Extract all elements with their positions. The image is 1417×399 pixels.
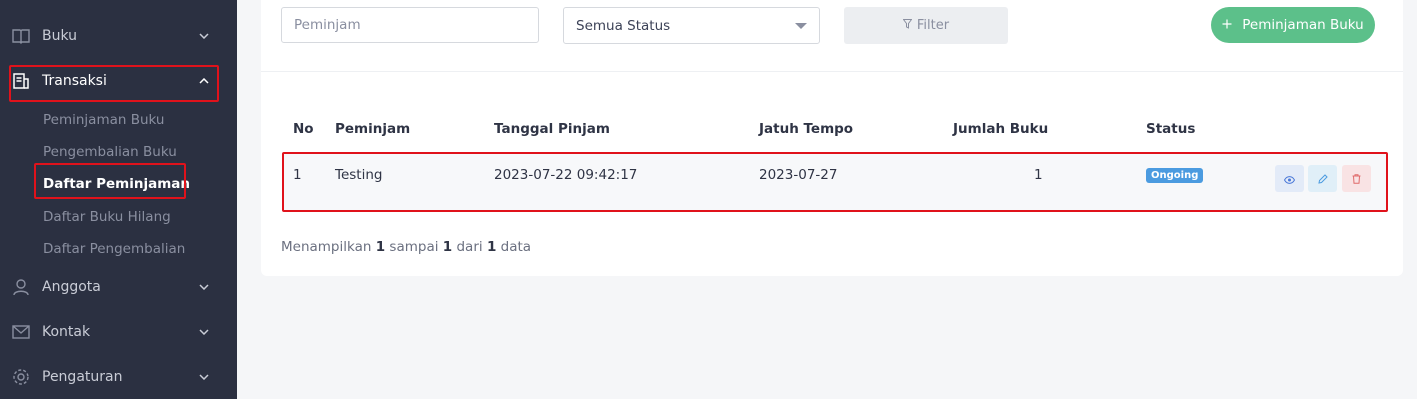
sub-item-peminjaman-buku[interactable]: Peminjaman Buku	[43, 112, 165, 128]
chevron-down-icon	[197, 29, 211, 43]
sidebar-item-label: Buku	[42, 28, 78, 44]
sidebar-item-pengaturan[interactable]: Pengaturan	[0, 359, 237, 395]
sub-item-pengembalian-buku[interactable]: Pengembalian Buku	[43, 144, 177, 160]
caret-down-icon	[795, 23, 807, 29]
status-select[interactable]: Semua Status	[563, 7, 820, 44]
search-input[interactable]	[281, 7, 539, 43]
highlight-box-table-row	[282, 152, 1388, 212]
column-header-no: No	[293, 121, 314, 137]
summary-prefix: Menampilkan	[281, 239, 372, 255]
sub-item-daftar-buku-hilang[interactable]: Daftar Buku Hilang	[43, 209, 171, 225]
sidebar-item-anggota[interactable]: Anggota	[0, 269, 237, 305]
summary-total: 1	[486, 239, 497, 255]
plus-icon	[1222, 17, 1232, 33]
summary-suffix: data	[500, 239, 532, 255]
sidebar-item-buku[interactable]: Buku	[0, 18, 237, 54]
add-peminjaman-button[interactable]: Peminjaman Buku	[1211, 7, 1375, 43]
gear-icon	[12, 368, 30, 386]
filter-icon	[902, 18, 913, 33]
add-button-label: Peminjaman Buku	[1242, 17, 1364, 33]
sidebar-item-label: Kontak	[42, 324, 91, 340]
sidebar: Buku Transaksi Peminjaman Buku Pengembal…	[0, 0, 237, 399]
filter-button-label: Filter	[916, 18, 950, 33]
sub-item-daftar-pengembalian[interactable]: Daftar Pengembalian	[43, 241, 185, 257]
summary-from: 1	[375, 239, 386, 255]
highlight-box-daftar-peminjaman	[34, 163, 186, 199]
chevron-down-icon	[197, 280, 211, 294]
chevron-down-icon	[197, 325, 211, 339]
pagination-summary: Menampilkan 1 sampai 1 dari 1 data	[281, 239, 531, 255]
filter-button[interactable]: Filter	[844, 7, 1008, 44]
chevron-down-icon	[197, 370, 211, 384]
column-header-status: Status	[1146, 121, 1196, 137]
summary-mid1: sampai	[389, 239, 439, 255]
column-header-tanggal-pinjam: Tanggal Pinjam	[494, 121, 610, 137]
toolbar-divider	[261, 71, 1403, 72]
column-header-peminjam: Peminjam	[335, 121, 411, 137]
summary-mid2: dari	[456, 239, 483, 255]
column-header-jatuh-tempo: Jatuh Tempo	[759, 121, 854, 137]
highlight-box-transaksi	[9, 65, 219, 102]
sidebar-item-label: Pengaturan	[42, 369, 123, 385]
column-header-jumlah-buku: Jumlah Buku	[953, 121, 1049, 137]
sidebar-item-label: Anggota	[42, 279, 101, 295]
summary-to: 1	[442, 239, 453, 255]
status-select-value: Semua Status	[576, 17, 671, 34]
mail-icon	[12, 323, 30, 341]
book-icon	[12, 27, 30, 45]
user-icon	[12, 278, 30, 296]
sidebar-item-kontak[interactable]: Kontak	[0, 314, 237, 350]
